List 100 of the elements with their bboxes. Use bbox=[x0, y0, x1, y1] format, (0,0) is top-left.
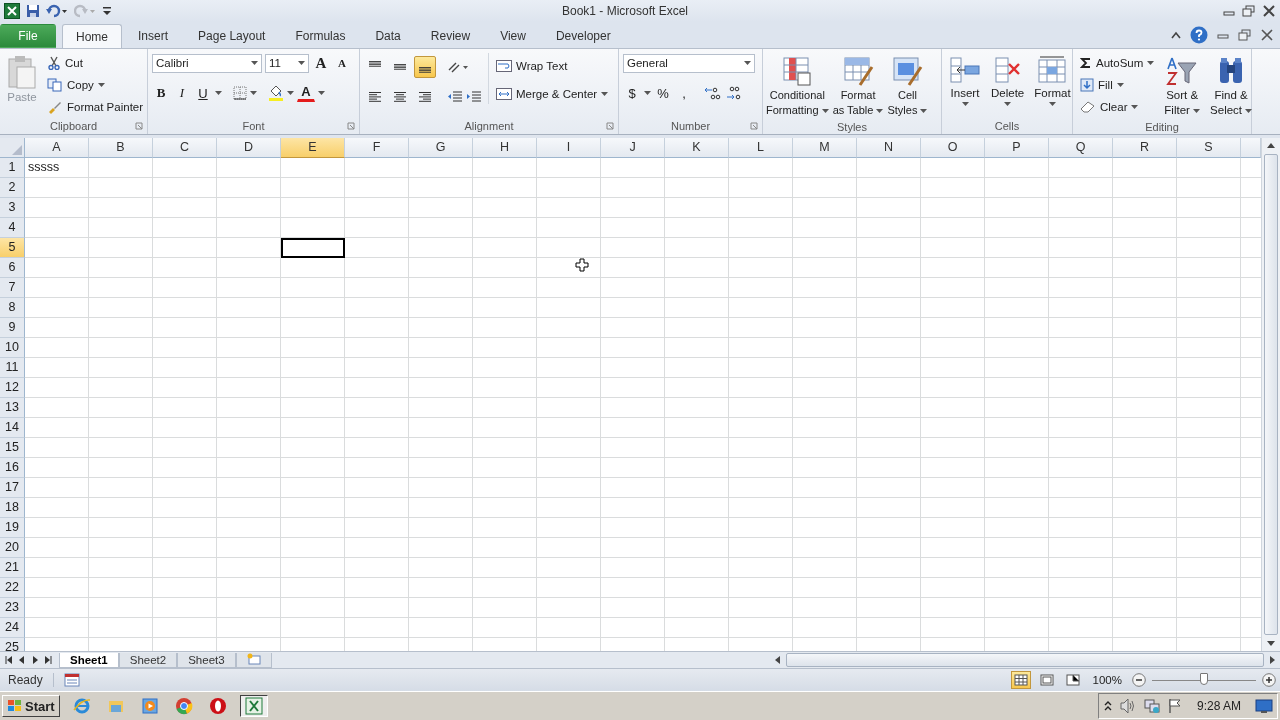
format-painter-button[interactable]: Format Painter bbox=[44, 97, 147, 117]
caret-icon[interactable] bbox=[1116, 82, 1124, 88]
restore-icon[interactable] bbox=[1242, 5, 1256, 17]
sheet-tab[interactable]: Sheet3 bbox=[177, 652, 236, 668]
number-format-field[interactable]: General bbox=[623, 53, 755, 73]
dropdown-arrow-icon[interactable] bbox=[250, 90, 257, 96]
scroll-right-icon[interactable] bbox=[1268, 656, 1276, 664]
merge-center-button[interactable]: Merge & Center bbox=[493, 84, 612, 104]
grow-font-button[interactable]: A bbox=[312, 53, 330, 73]
row-header[interactable]: 24 bbox=[0, 618, 25, 638]
row-header[interactable]: 2 bbox=[0, 178, 25, 198]
column-header[interactable]: Q bbox=[1049, 138, 1113, 158]
sheet-navigation-icon[interactable] bbox=[43, 655, 53, 665]
row-header[interactable]: 3 bbox=[0, 198, 25, 218]
close-icon[interactable] bbox=[1262, 5, 1276, 17]
borders-icon[interactable] bbox=[233, 86, 247, 100]
cells-button[interactable]: Delete bbox=[988, 53, 1028, 109]
caret-icon[interactable] bbox=[1004, 102, 1012, 107]
column-header[interactable]: B bbox=[89, 138, 153, 158]
caret-icon[interactable] bbox=[821, 109, 829, 114]
column-header[interactable]: C bbox=[153, 138, 217, 158]
text-align-icon[interactable] bbox=[368, 91, 382, 103]
fill-color-icon[interactable] bbox=[268, 85, 284, 101]
row-header[interactable]: 15 bbox=[0, 438, 25, 458]
zoom-out-icon[interactable] bbox=[1132, 673, 1146, 687]
column-header[interactable]: P bbox=[985, 138, 1049, 158]
dialog-launcher-icon[interactable] bbox=[347, 122, 355, 130]
ribbon-tab[interactable]: Data bbox=[361, 24, 415, 48]
caret-icon[interactable] bbox=[744, 60, 751, 66]
row-header[interactable]: 13 bbox=[0, 398, 25, 418]
row-header[interactable]: 12 bbox=[0, 378, 25, 398]
decrease-decimal-icon[interactable] bbox=[725, 85, 743, 101]
text-align-icon[interactable] bbox=[418, 91, 432, 103]
scroll-down-icon[interactable] bbox=[1267, 639, 1275, 647]
ribbon-tab[interactable]: Formulas bbox=[281, 24, 360, 48]
editing-button[interactable]: Sort & Filter bbox=[1161, 53, 1204, 119]
caret-icon[interactable] bbox=[1131, 104, 1139, 110]
clock[interactable]: 9:28 AM bbox=[1188, 699, 1249, 713]
caret-icon[interactable] bbox=[601, 91, 609, 97]
row-header[interactable]: 6 bbox=[0, 258, 25, 278]
speaker-icon[interactable] bbox=[1118, 698, 1137, 714]
sheet-tab[interactable]: Sheet2 bbox=[118, 652, 178, 668]
column-header[interactable]: H bbox=[473, 138, 537, 158]
row-header[interactable]: 23 bbox=[0, 598, 25, 618]
ribbon-tab[interactable]: Insert bbox=[124, 24, 183, 48]
caret-icon[interactable] bbox=[1193, 109, 1201, 114]
ribbon-tab[interactable]: Review bbox=[416, 24, 485, 48]
clear-button[interactable]: Clear bbox=[1077, 97, 1158, 117]
caret-icon[interactable] bbox=[876, 109, 884, 114]
dropdown-arrow-icon[interactable] bbox=[318, 90, 325, 96]
vertical-scrollbar[interactable] bbox=[1261, 138, 1280, 651]
shrink-font-button[interactable]: A bbox=[333, 53, 351, 73]
row-header[interactable]: 17 bbox=[0, 478, 25, 498]
ribbon-tab[interactable]: View bbox=[486, 24, 540, 48]
column-header[interactable]: E bbox=[281, 138, 345, 158]
help-icon[interactable] bbox=[1190, 26, 1208, 44]
column-header[interactable]: N bbox=[857, 138, 921, 158]
orientation-icon[interactable] bbox=[447, 60, 469, 74]
row-header[interactable]: 21 bbox=[0, 558, 25, 578]
scroll-up-icon[interactable] bbox=[1267, 142, 1275, 150]
row-header[interactable]: 14 bbox=[0, 418, 25, 438]
currency-button[interactable]: $ bbox=[623, 83, 641, 103]
dropdown-arrow-icon[interactable] bbox=[287, 90, 294, 96]
flag-icon[interactable] bbox=[1166, 698, 1183, 714]
wrap-text-button[interactable]: Wrap Text bbox=[493, 56, 612, 76]
dialog-launcher-icon[interactable] bbox=[135, 122, 143, 130]
zoom-in-icon[interactable] bbox=[1262, 673, 1276, 687]
column-header[interactable]: O bbox=[921, 138, 985, 158]
editing-button[interactable]: Find & Select bbox=[1207, 53, 1256, 119]
column-header[interactable]: M bbox=[793, 138, 857, 158]
row-header[interactable]: 8 bbox=[0, 298, 25, 318]
copy-button[interactable]: Copy bbox=[44, 75, 147, 95]
row-header[interactable]: 4 bbox=[0, 218, 25, 238]
caret-icon[interactable] bbox=[251, 60, 258, 66]
bold-button[interactable]: B bbox=[152, 83, 170, 103]
italic-button[interactable]: I bbox=[173, 83, 191, 103]
column-header[interactable]: R bbox=[1113, 138, 1177, 158]
styles-button[interactable]: Format as Table bbox=[830, 53, 886, 119]
font-name-field[interactable]: Calibri bbox=[152, 53, 262, 73]
row-header[interactable]: 20 bbox=[0, 538, 25, 558]
vertical-align-button[interactable] bbox=[414, 56, 436, 78]
caret-icon[interactable] bbox=[920, 109, 928, 114]
collapse-ribbon-icon[interactable] bbox=[1170, 30, 1182, 40]
show-desktop-icon[interactable] bbox=[1255, 698, 1273, 714]
file-tab[interactable]: File bbox=[0, 24, 56, 48]
row-header[interactable]: 1 bbox=[0, 158, 25, 178]
taskbar-app-button[interactable] bbox=[239, 695, 268, 717]
close-icon[interactable] bbox=[1260, 29, 1274, 41]
dialog-launcher-icon[interactable] bbox=[750, 122, 758, 130]
caret-icon[interactable] bbox=[298, 60, 305, 66]
cells-button[interactable]: Format bbox=[1031, 53, 1074, 109]
row-header[interactable]: 22 bbox=[0, 578, 25, 598]
row-header[interactable]: 25 bbox=[0, 638, 25, 651]
column-header[interactable]: S bbox=[1177, 138, 1241, 158]
column-header[interactable]: F bbox=[345, 138, 409, 158]
fill-button[interactable]: Fill bbox=[1077, 75, 1158, 95]
tray-expand-icon[interactable] bbox=[1102, 700, 1113, 712]
font-size-field[interactable]: 11 bbox=[265, 53, 309, 73]
caret-icon[interactable] bbox=[1245, 109, 1253, 114]
text-align-icon[interactable] bbox=[393, 91, 407, 103]
